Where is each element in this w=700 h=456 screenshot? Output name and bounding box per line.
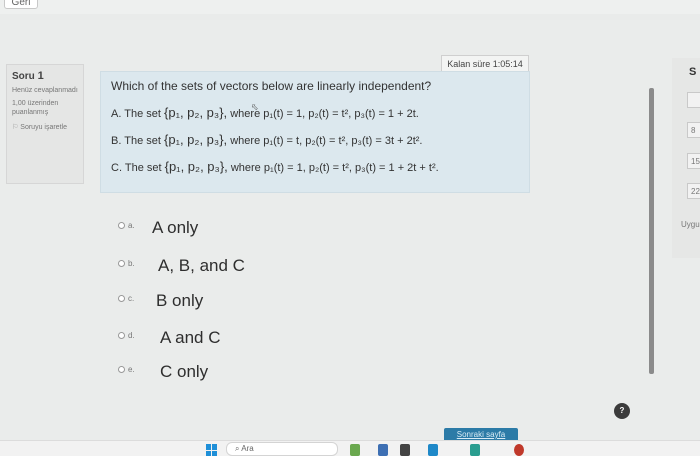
flag-question-link[interactable]: ⚐ Soruyu işaretle bbox=[12, 123, 78, 132]
quiz-navigation-heading: S bbox=[689, 66, 697, 78]
nav-box[interactable] bbox=[687, 92, 700, 108]
statement-p3: p₃(t) = 3t + 2t². bbox=[351, 135, 423, 147]
taskbar-app-icon[interactable] bbox=[350, 444, 360, 456]
taskbar-app-icon[interactable] bbox=[470, 444, 480, 456]
answer-letter: b. bbox=[128, 259, 135, 268]
chrome-icon[interactable] bbox=[514, 444, 524, 456]
radio-button[interactable] bbox=[118, 222, 125, 229]
answer-option-a[interactable]: a. A only bbox=[118, 218, 218, 244]
answer-letter: d. bbox=[128, 331, 135, 340]
statement-p3: p₃(t) = 1 + 2t + t². bbox=[355, 162, 439, 174]
answer-option-e[interactable]: e. C only bbox=[118, 362, 228, 388]
question-points: 1,00 üzerinden puanlanmış bbox=[12, 100, 59, 116]
nav-box[interactable]: 8 bbox=[687, 122, 700, 138]
statement-p2: p₂(t) = t², bbox=[308, 108, 352, 120]
answer-option-d[interactable]: d. A and C bbox=[118, 328, 238, 354]
help-button[interactable]: ? bbox=[614, 403, 630, 419]
statement-prefix: B. The set bbox=[111, 135, 161, 147]
answer-text: B only bbox=[156, 291, 204, 310]
statement-p3: p₃(t) = 1 + 2t. bbox=[354, 108, 419, 120]
taskbar-app-icon[interactable] bbox=[400, 444, 410, 456]
answer-letter: a. bbox=[128, 221, 135, 230]
question-info-panel: Soru 1 Henüz cevaplanmadı 1,00 üzerinden… bbox=[6, 64, 84, 184]
back-button[interactable]: Geri bbox=[4, 0, 38, 9]
radio-button[interactable] bbox=[118, 260, 125, 267]
scrollbar[interactable] bbox=[649, 88, 654, 374]
answer-text: A and C bbox=[160, 328, 221, 347]
answer-option-c[interactable]: c. B only bbox=[118, 291, 228, 317]
answer-status: Henüz cevaplanmadı bbox=[12, 87, 78, 94]
quiz-navigation-footer[interactable]: Uygu bbox=[681, 220, 700, 229]
question-number: 1 bbox=[37, 70, 44, 82]
answer-text: A only bbox=[152, 218, 199, 237]
taskbar-search-input[interactable]: ⌕ Ara bbox=[226, 442, 338, 456]
statement-where: where bbox=[230, 162, 261, 174]
answer-text: A, B, and C bbox=[158, 256, 245, 275]
statement-set: {p₁, p₂, p₃}, bbox=[164, 159, 228, 174]
statement-b: B. The set {p₁, p₂, p₃}, where p₁(t) = t… bbox=[111, 132, 519, 147]
statement-set: {p₁, p₂, p₃}, bbox=[164, 105, 228, 120]
flag-label: Soruyu işaretle bbox=[20, 124, 67, 131]
statement-p1: p₁(t) = 1, bbox=[263, 162, 306, 174]
statement-prefix: A. The set bbox=[111, 108, 161, 120]
flag-icon: ⚐ bbox=[12, 124, 19, 131]
radio-button[interactable] bbox=[118, 332, 125, 339]
taskbar-app-icon[interactable] bbox=[378, 444, 388, 456]
answer-option-b[interactable]: b. A, B, and C bbox=[118, 256, 268, 282]
question-label: Soru 1 bbox=[12, 70, 78, 82]
radio-button[interactable] bbox=[118, 366, 125, 373]
statement-p1: p₁(t) = t, bbox=[263, 135, 303, 147]
answer-text: C only bbox=[160, 362, 209, 381]
question-prefix: Soru bbox=[12, 71, 35, 82]
search-icon: ⌕ bbox=[235, 444, 240, 453]
statement-c: C. The set {p₁, p₂, p₃}, where p₁(t) = 1… bbox=[111, 159, 519, 174]
nav-box[interactable]: 15 bbox=[687, 153, 700, 169]
cursor-icon: ⬁ bbox=[251, 102, 259, 112]
statement-set: {p₁, p₂, p₃}, bbox=[164, 132, 228, 147]
search-placeholder: Ara bbox=[241, 444, 254, 453]
top-strip bbox=[0, 0, 700, 14]
taskbar-app-icon[interactable] bbox=[428, 444, 438, 456]
statement-p2: p₂(t) = t², bbox=[308, 162, 352, 174]
question-box: Which of the sets of vectors below are l… bbox=[100, 71, 530, 193]
answer-letter: e. bbox=[128, 365, 135, 374]
answer-letter: c. bbox=[128, 294, 135, 303]
statement-a: A. The set {p₁, p₂, p₃}, where p₁(t) = 1… bbox=[111, 105, 519, 120]
statement-p1: p₁(t) = 1, bbox=[263, 108, 306, 120]
statement-where: where bbox=[230, 135, 261, 147]
windows-start-icon[interactable] bbox=[206, 444, 218, 456]
radio-button[interactable] bbox=[118, 295, 125, 302]
statement-p2: p₂(t) = t², bbox=[305, 135, 349, 147]
nav-box[interactable]: 22 bbox=[687, 183, 700, 199]
statement-prefix: C. The set bbox=[111, 162, 162, 174]
question-text: Which of the sets of vectors below are l… bbox=[111, 79, 432, 93]
